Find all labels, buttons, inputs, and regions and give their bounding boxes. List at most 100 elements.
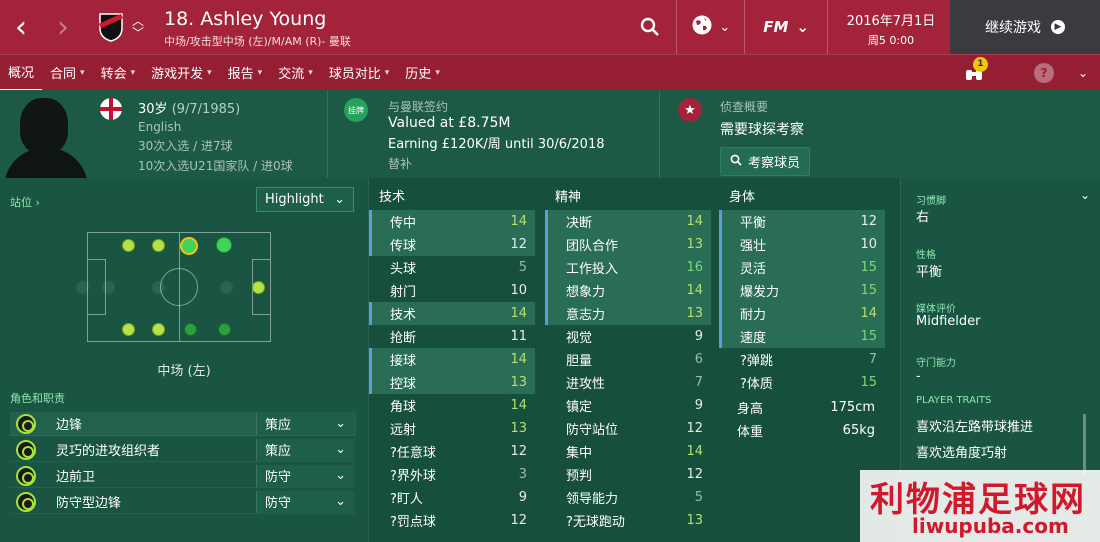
- watermark-logo: 利物浦足球网 liwupuba.com: [860, 470, 1100, 542]
- role-duty-dropdown[interactable]: 防守 ⌄: [256, 464, 354, 487]
- attribute-name: ?弹跳: [740, 354, 773, 369]
- tab-history[interactable]: 历史 ▾: [397, 55, 448, 91]
- attribute-name: 头球: [390, 262, 417, 277]
- player-traits-label: PLAYER TRAITS: [916, 395, 992, 406]
- pitch-position-dot: [180, 237, 198, 255]
- attribute-value: 14: [686, 444, 703, 459]
- attribute-row: 强壮 10: [719, 233, 885, 256]
- goalkeeping-value: -: [916, 369, 921, 384]
- chevron-down-icon: ▾: [80, 67, 85, 78]
- traits-scrollbar[interactable]: [1083, 414, 1086, 474]
- player-age: 30岁: [138, 102, 168, 117]
- highlight-dropdown[interactable]: Highlight ⌄: [256, 187, 354, 212]
- tab-contract[interactable]: 合同 ▾: [42, 55, 93, 91]
- attribute-name: 技术: [390, 308, 417, 323]
- player-title: 18. Ashley Young: [164, 8, 327, 30]
- chevron-down-icon: ⌄: [334, 192, 345, 207]
- personality-label: 性格: [916, 250, 936, 261]
- role-rating-icon: [16, 413, 36, 434]
- tab-label: 转会: [100, 67, 127, 82]
- tab-comparison[interactable]: 球员对比 ▾: [321, 55, 398, 91]
- pitch-position-dot: [152, 323, 165, 336]
- chevron-down-icon: ⌄: [719, 19, 731, 35]
- help-icon[interactable]: ?: [1033, 62, 1054, 83]
- attribute-row: 意志力 13: [545, 302, 711, 325]
- role-rating-icon: [16, 439, 36, 460]
- role-duty-dropdown[interactable]: 策应 ⌄: [256, 438, 354, 461]
- continue-button[interactable]: 继续游戏 ▶: [950, 0, 1100, 54]
- role-duty-label: 防守: [265, 496, 292, 511]
- attribute-value: 12: [686, 421, 703, 436]
- pitch-position-dot: [218, 323, 231, 336]
- weight-value: 65kg: [842, 423, 875, 438]
- mental-title: 精神: [555, 190, 582, 205]
- forward-arrow-icon[interactable]: ›: [42, 0, 84, 54]
- chevron-down-icon[interactable]: ⌄: [1078, 66, 1088, 80]
- tab-reports[interactable]: 报告 ▾: [220, 55, 271, 91]
- attribute-row: ?罚点球 12: [369, 509, 535, 532]
- player-switcher[interactable]: ︿ ﹀: [128, 0, 148, 54]
- attribute-row: 领导能力 5: [545, 486, 711, 509]
- notification-badge: 1: [972, 56, 988, 72]
- attribute-name: 控球: [390, 377, 417, 392]
- attributes-panel: 技术 传中 14 传球 12 头球 5 射门 10 技术 14 抢断 11 接球 14 控球 13 角球 14 远射…: [368, 178, 900, 542]
- pitch-position-dot: [152, 281, 165, 294]
- scouting-icon[interactable]: 1: [954, 56, 994, 81]
- attribute-value: 10: [860, 237, 877, 252]
- world-menu[interactable]: ⌄: [681, 0, 740, 54]
- tab-label: 概况: [8, 66, 35, 81]
- search-icon[interactable]: [628, 0, 672, 54]
- attribute-row: 集中 14: [545, 440, 711, 463]
- role-row[interactable]: 防守型边锋 防守 ⌄: [10, 490, 356, 514]
- player-dob: (9/7/1985): [171, 102, 241, 117]
- chevron-down-icon: ⌄: [335, 442, 346, 457]
- chevron-down-icon[interactable]: ⌄: [1080, 188, 1090, 202]
- pitch-position-dot: [152, 239, 165, 252]
- watermark-url: liwupuba.com: [912, 514, 1069, 538]
- tab-interaction[interactable]: 交流 ▾: [270, 55, 321, 91]
- attribute-name: 进攻性: [566, 377, 606, 392]
- tab-development[interactable]: 游戏开发 ▾: [143, 55, 220, 91]
- attribute-name: 平衡: [740, 216, 767, 231]
- role-row[interactable]: 灵巧的进攻组织者 策应 ⌄: [10, 438, 356, 462]
- attribute-name: ?界外球: [390, 469, 436, 484]
- role-duty-dropdown[interactable]: 策应 ⌄: [256, 412, 354, 435]
- pitch-position-dot: [122, 323, 135, 336]
- back-arrow-icon[interactable]: ‹: [0, 0, 42, 54]
- attribute-row: 镇定 9: [545, 394, 711, 417]
- player-info-strip: 30岁 (9/7/1985) English 30次入选 / 进7球 10次入选…: [0, 90, 1100, 178]
- scout-player-button[interactable]: 考察球员: [720, 147, 811, 176]
- attribute-row: 决断 14: [545, 210, 711, 233]
- position-pitch: [76, 232, 271, 342]
- attribute-value: 14: [686, 283, 703, 298]
- player-wage: Earning £120K/周 until 30/6/2018: [388, 137, 605, 152]
- role-row[interactable]: 边前卫 防守 ⌄: [10, 464, 356, 488]
- weight-label: 体重: [737, 425, 764, 440]
- attribute-row: 耐力 14: [719, 302, 885, 325]
- chevron-down-icon: ▾: [435, 67, 440, 78]
- attribute-row: ?无球跑动 13: [545, 509, 711, 532]
- contract-label: 与曼联签约: [388, 100, 449, 114]
- attribute-name: ?无球跑动: [566, 515, 625, 530]
- tab-transfer[interactable]: 转会 ▾: [93, 55, 144, 91]
- attribute-row: 接球 14: [369, 348, 535, 371]
- attribute-value: 7: [868, 352, 877, 367]
- attribute-value: 12: [686, 467, 703, 482]
- attribute-row: 技术 14: [369, 302, 535, 325]
- role-name: 防守型边锋: [56, 496, 122, 511]
- attribute-name: 射门: [390, 285, 417, 300]
- tab-label: 报告: [227, 67, 254, 82]
- role-row[interactable]: 边锋 策应 ⌄: [10, 412, 356, 436]
- position-link[interactable]: 站位 ›: [10, 194, 40, 210]
- attribute-name: 决断: [566, 216, 593, 231]
- role-duty-dropdown[interactable]: 防守 ⌄: [256, 490, 354, 513]
- tab-label: 合同: [50, 67, 77, 82]
- time-text: 周5 0:00: [867, 34, 915, 47]
- tab-overview[interactable]: 概况: [0, 55, 43, 91]
- role-rating-icon: [16, 491, 36, 512]
- attribute-value: 5: [694, 490, 703, 505]
- media-description-label: 媒体评价: [916, 304, 956, 315]
- transfer-listed-icon: 挂牌: [344, 98, 368, 122]
- fm-menu[interactable]: FM ⌄: [749, 0, 823, 54]
- attribute-name: ?体质: [740, 377, 773, 392]
